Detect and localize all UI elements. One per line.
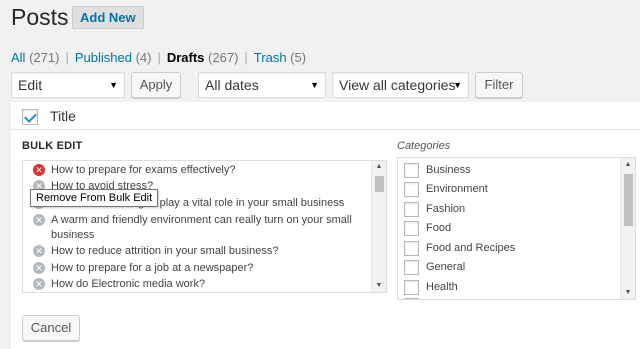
- category-checkbox[interactable]: [404, 221, 419, 236]
- page-title: Posts: [11, 4, 69, 30]
- category-checkbox[interactable]: [404, 182, 419, 197]
- cancel-button[interactable]: Cancel: [22, 315, 80, 341]
- remove-icon[interactable]: ✕: [33, 164, 45, 176]
- category-checkbox[interactable]: [404, 260, 419, 275]
- category-checkbox[interactable]: [404, 280, 419, 295]
- category-checkbox[interactable]: [404, 298, 419, 299]
- filter-all[interactable]: All (271): [11, 50, 59, 65]
- category-checkbox[interactable]: [404, 163, 419, 178]
- list-item: ✕ How to prepare for exams effectively?: [23, 162, 373, 178]
- dates-select[interactable]: All dates ▼: [198, 72, 326, 98]
- remove-icon[interactable]: ✕: [33, 245, 45, 257]
- categories-label: Categories: [397, 140, 451, 152]
- scroll-up-icon[interactable]: ▲: [372, 163, 386, 170]
- bulk-action-select[interactable]: Edit ▼: [11, 72, 125, 98]
- scrollbar-thumb[interactable]: [624, 174, 633, 226]
- category-checkbox[interactable]: [404, 241, 419, 256]
- categories-select[interactable]: View all categories ▼: [332, 72, 469, 98]
- dropdown-arrow-icon: ▼: [109, 80, 118, 90]
- remove-icon[interactable]: ✕: [33, 278, 45, 290]
- tooltip: Remove From Bulk Edit: [30, 189, 159, 207]
- select-all-checkbox[interactable]: [22, 109, 38, 125]
- remove-icon[interactable]: ✕: [33, 262, 45, 274]
- list-item: ✕ How to reduce attrition in your small …: [23, 243, 373, 259]
- list-item-continuation: business: [51, 229, 95, 241]
- status-filters: All (271) | Published (4) | Drafts (267) | Tra…: [11, 50, 307, 65]
- scroll-down-icon[interactable]: ▼: [372, 282, 386, 289]
- scrollbar-thumb[interactable]: [375, 176, 384, 192]
- category-checkbox[interactable]: [404, 202, 419, 217]
- list-item: ✕ How do Electronic media work?: [23, 276, 373, 292]
- title-column-header[interactable]: Title: [50, 108, 76, 124]
- remove-icon[interactable]: ✕: [33, 214, 45, 226]
- add-new-button[interactable]: Add New: [72, 6, 144, 29]
- dropdown-arrow-icon: ▼: [310, 80, 319, 90]
- apply-button[interactable]: Apply: [131, 72, 181, 98]
- filter-trash[interactable]: Trash (5): [254, 50, 306, 65]
- filter-drafts[interactable]: Drafts: [167, 50, 205, 65]
- scroll-up-icon[interactable]: ▲: [621, 161, 635, 168]
- scroll-down-icon[interactable]: ▼: [621, 289, 635, 296]
- bulk-edit-post-list[interactable]: ✕ How to prepare for exams effectively? …: [22, 160, 387, 293]
- post-list-scrollbar[interactable]: ▲ ▼: [371, 161, 386, 292]
- list-item: ✕ How to prepare for a job at a newspape…: [23, 260, 373, 276]
- table-header-row: [11, 102, 640, 130]
- filter-button[interactable]: Filter: [475, 72, 523, 98]
- list-item: ✕ A warm and friendly environment can re…: [23, 212, 373, 228]
- bulk-edit-heading: BULK EDIT: [22, 140, 83, 152]
- categories-checklist[interactable]: Business Environment Fashion Food Food a…: [397, 157, 636, 300]
- filter-published[interactable]: Published (4): [75, 50, 152, 65]
- categories-scrollbar[interactable]: ▲ ▼: [620, 158, 635, 299]
- dropdown-arrow-icon: ▼: [453, 80, 462, 90]
